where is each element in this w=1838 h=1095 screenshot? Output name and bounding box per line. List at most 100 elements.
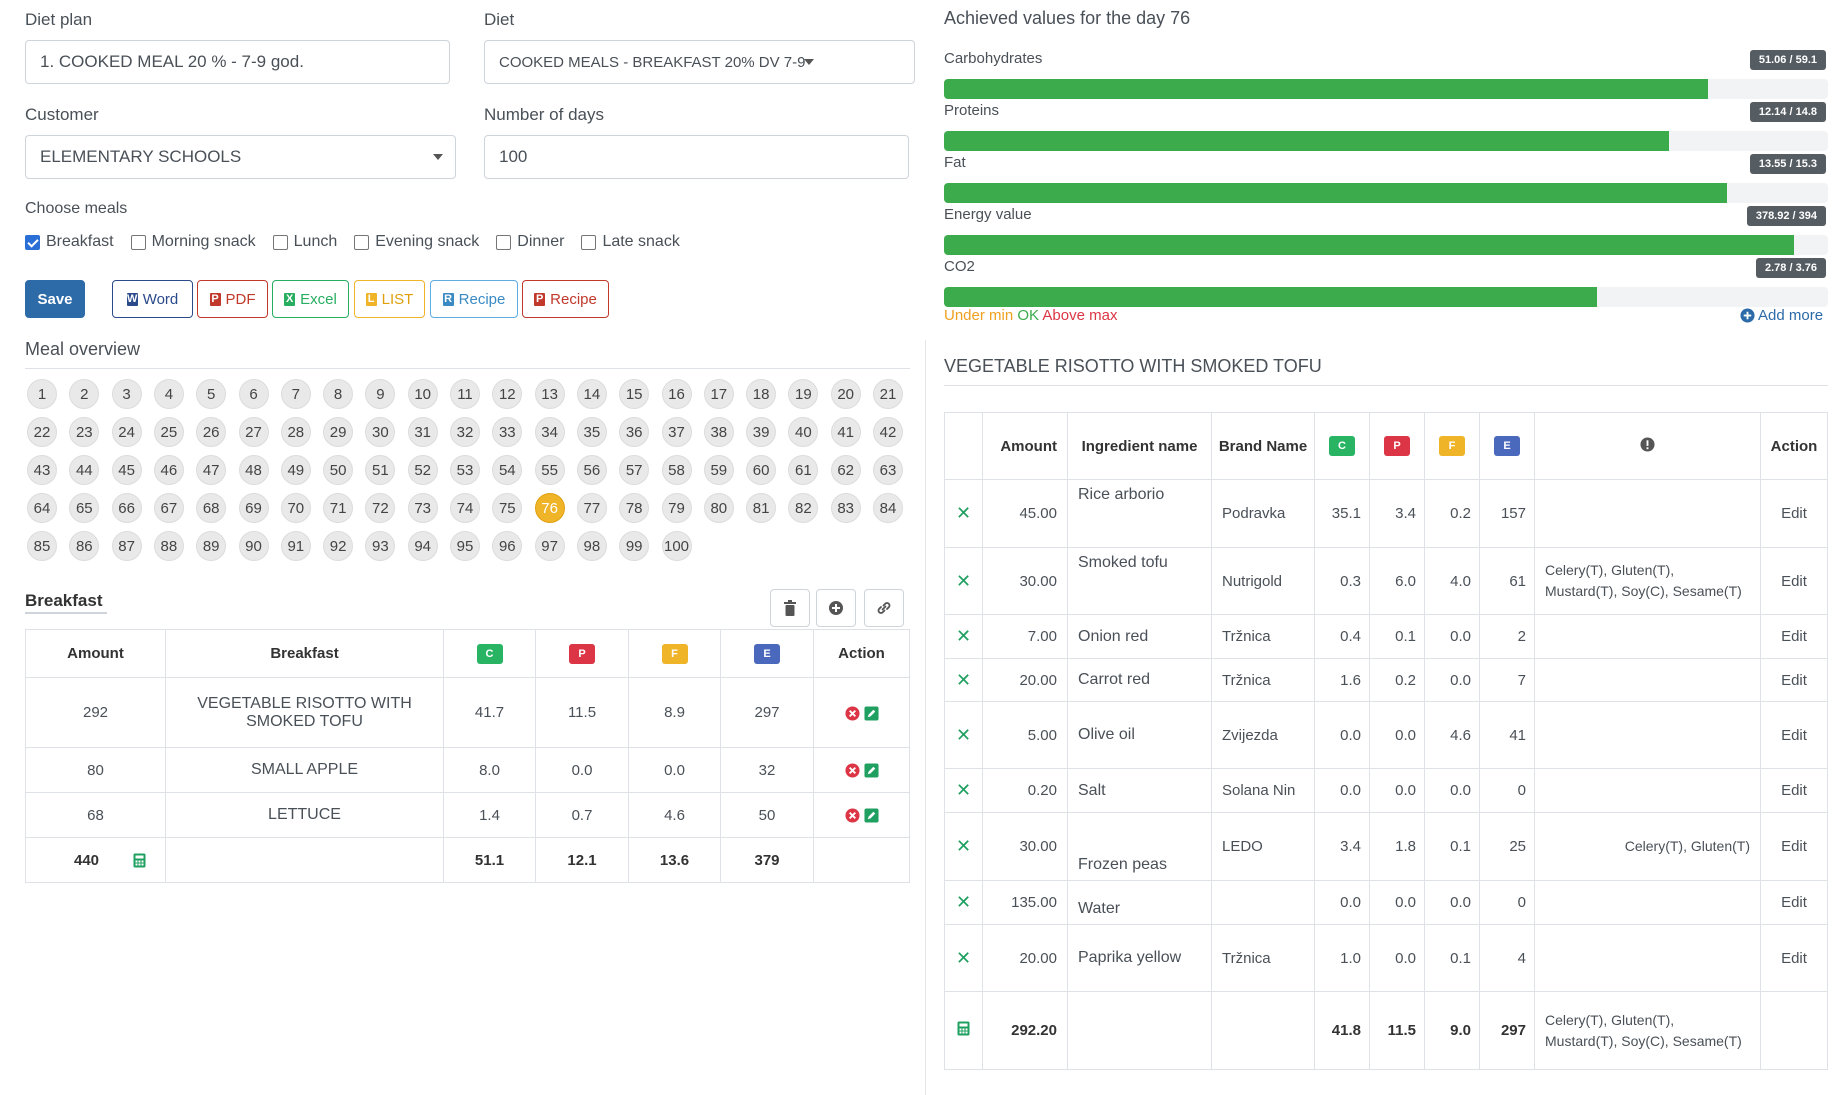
meal-link[interactable]: SMALL APPLE [165, 747, 444, 793]
ingredient-link[interactable]: Salt [1067, 768, 1212, 813]
remove-icon[interactable]: ✕ [956, 948, 971, 968]
day-12[interactable]: 12 [492, 379, 523, 409]
day-87[interactable]: 87 [111, 531, 142, 561]
day-32[interactable]: 32 [450, 417, 480, 447]
day-25[interactable]: 25 [153, 417, 184, 447]
link-button[interactable] [864, 589, 904, 627]
day-27[interactable]: 27 [238, 417, 269, 447]
meal-option-evening-snack[interactable]: Evening snack [354, 233, 479, 251]
edit-icon[interactable] [863, 808, 879, 823]
recipe-pdf-button[interactable]: P Recipe [522, 280, 609, 318]
day-59[interactable]: 59 [703, 455, 734, 485]
day-13[interactable]: 13 [534, 379, 565, 409]
word-button[interactable]: W Word [112, 280, 193, 318]
day-74[interactable]: 74 [450, 493, 480, 523]
day-43[interactable]: 43 [27, 455, 57, 485]
add-button[interactable] [816, 589, 856, 627]
day-80[interactable]: 80 [703, 493, 734, 523]
day-52[interactable]: 52 [407, 455, 438, 485]
day-4[interactable]: 4 [153, 379, 184, 409]
day-36[interactable]: 36 [619, 417, 650, 447]
ingredient-link[interactable]: Carrot red [1067, 658, 1212, 702]
day-14[interactable]: 14 [576, 379, 607, 409]
day-57[interactable]: 57 [619, 455, 650, 485]
excel-button[interactable]: X Excel [272, 280, 349, 318]
day-5[interactable]: 5 [196, 379, 227, 409]
day-89[interactable]: 89 [196, 531, 227, 561]
day-8[interactable]: 8 [323, 379, 354, 409]
recipe-doc-button[interactable]: R Recipe [430, 280, 518, 318]
day-61[interactable]: 61 [788, 455, 819, 485]
ingredient-link[interactable]: Olive oil [1067, 701, 1212, 769]
day-50[interactable]: 50 [323, 455, 354, 485]
day-83[interactable]: 83 [830, 493, 861, 523]
day-63[interactable]: 63 [873, 455, 903, 485]
checkbox-icon[interactable] [25, 234, 40, 250]
day-77[interactable]: 77 [576, 493, 607, 523]
day-30[interactable]: 30 [365, 417, 396, 447]
edit-link[interactable]: Edit [1760, 768, 1828, 813]
checkbox-icon[interactable] [130, 234, 146, 250]
meal-link[interactable]: LETTUCE [165, 792, 444, 838]
day-96[interactable]: 96 [492, 531, 523, 561]
day-91[interactable]: 91 [280, 531, 311, 561]
day-42[interactable]: 42 [873, 417, 903, 447]
day-31[interactable]: 31 [407, 417, 438, 447]
edit-link[interactable]: Edit [1760, 547, 1828, 615]
days-input[interactable]: 100 [484, 135, 909, 179]
day-67[interactable]: 67 [153, 493, 184, 523]
checkbox-icon[interactable] [272, 234, 288, 250]
day-93[interactable]: 93 [365, 531, 396, 561]
day-45[interactable]: 45 [111, 455, 142, 485]
remove-icon[interactable]: ✕ [956, 503, 971, 523]
day-49[interactable]: 49 [280, 455, 311, 485]
ingredient-link[interactable]: Rice arborio [1067, 479, 1212, 548]
day-54[interactable]: 54 [492, 455, 523, 485]
day-73[interactable]: 73 [407, 493, 438, 523]
meal-option-morning-snack[interactable]: Morning snack [130, 233, 256, 251]
day-95[interactable]: 95 [450, 531, 480, 561]
day-71[interactable]: 71 [323, 493, 354, 523]
edit-link[interactable]: Edit [1760, 658, 1828, 702]
day-6[interactable]: 6 [238, 379, 269, 409]
day-37[interactable]: 37 [661, 417, 692, 447]
day-26[interactable]: 26 [196, 417, 227, 447]
day-53[interactable]: 53 [450, 455, 480, 485]
ingredient-link[interactable]: Smoked tofu [1067, 547, 1212, 615]
day-3[interactable]: 3 [111, 379, 142, 409]
day-9[interactable]: 9 [365, 379, 396, 409]
meal-option-dinner[interactable]: Dinner [496, 233, 564, 251]
day-75[interactable]: 75 [492, 493, 523, 523]
day-33[interactable]: 33 [492, 417, 523, 447]
add-more-link[interactable]: Add more [1740, 307, 1823, 324]
edit-link[interactable]: Edit [1760, 479, 1828, 548]
edit-link[interactable]: Edit [1760, 924, 1828, 992]
day-51[interactable]: 51 [365, 455, 396, 485]
day-86[interactable]: 86 [69, 531, 100, 561]
day-78[interactable]: 78 [619, 493, 650, 523]
checkbox-icon[interactable] [581, 234, 597, 250]
diet-select[interactable]: COOKED MEALS - BREAKFAST 20% DV 7-9 [484, 40, 915, 84]
day-18[interactable]: 18 [746, 379, 777, 409]
checkbox-icon[interactable] [496, 234, 512, 250]
day-1[interactable]: 1 [27, 379, 57, 409]
day-24[interactable]: 24 [111, 417, 142, 447]
day-34[interactable]: 34 [534, 417, 565, 447]
day-98[interactable]: 98 [576, 531, 607, 561]
day-15[interactable]: 15 [619, 379, 650, 409]
meal-option-lunch[interactable]: Lunch [272, 233, 337, 251]
customer-select[interactable]: ELEMENTARY SCHOOLS [25, 135, 456, 179]
day-16[interactable]: 16 [661, 379, 692, 409]
day-38[interactable]: 38 [703, 417, 734, 447]
day-19[interactable]: 19 [788, 379, 819, 409]
day-17[interactable]: 17 [703, 379, 734, 409]
day-29[interactable]: 29 [323, 417, 354, 447]
list-button[interactable]: L LIST [354, 280, 425, 318]
day-94[interactable]: 94 [407, 531, 438, 561]
save-button[interactable]: Save [25, 280, 85, 318]
day-84[interactable]: 84 [873, 493, 903, 523]
meal-option-late-snack[interactable]: Late snack [581, 233, 680, 251]
day-88[interactable]: 88 [153, 531, 184, 561]
day-92[interactable]: 92 [323, 531, 354, 561]
day-62[interactable]: 62 [830, 455, 861, 485]
